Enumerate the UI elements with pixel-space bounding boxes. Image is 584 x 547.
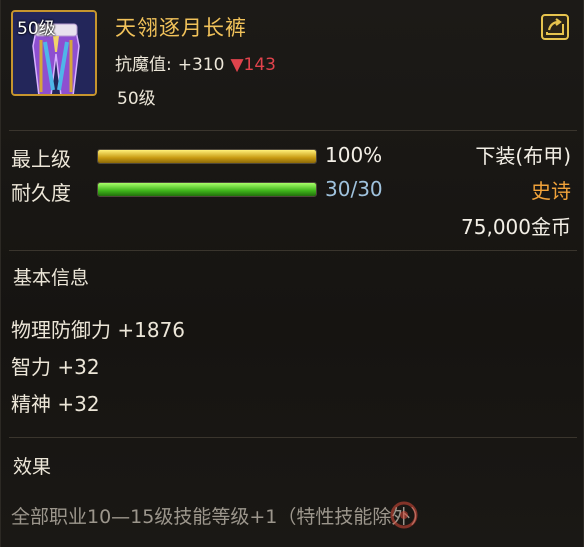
watermark-circle-icon	[390, 501, 418, 529]
item-type: 下装(布甲)	[475, 144, 571, 168]
header-divider	[9, 130, 577, 131]
item-rarity: 史诗	[531, 179, 571, 203]
icon-level-label: 50级	[17, 19, 56, 39]
durability-bar	[97, 182, 317, 197]
resist-label: 抗魔值:	[115, 55, 172, 75]
attribute-intelligence: 智力 +32	[11, 355, 100, 379]
effect-text: 全部职业10—15级技能等级+1（特性技能除外）	[11, 506, 430, 528]
attribute-spirit: 精神 +32	[11, 392, 100, 416]
item-price: 75,000金币	[461, 215, 571, 239]
share-button[interactable]	[541, 14, 569, 40]
stats-divider	[9, 250, 577, 251]
resist-value: +310	[177, 55, 225, 75]
resist-line: 抗魔值: +310 ▼143	[115, 50, 276, 75]
durability-value: 30/30	[325, 177, 383, 201]
item-tooltip-panel: 50级 天翎逐月长裤 抗魔值: +310 ▼143 50级 最上级 100% 耐久度…	[0, 0, 584, 547]
quality-value: 100%	[325, 143, 383, 167]
item-name: 天翎逐月长裤	[115, 16, 247, 40]
watermark-logo	[389, 500, 419, 534]
quality-label: 最上级	[11, 147, 71, 171]
quality-bar-fill	[98, 150, 316, 163]
basic-info-title: 基本信息	[13, 267, 90, 289]
resist-diff: ▼143	[230, 55, 276, 75]
quality-bar	[97, 149, 317, 164]
item-level-text: 50级	[117, 89, 156, 109]
item-icon-frame: 50级	[11, 10, 97, 96]
share-arrow-icon	[546, 18, 564, 35]
effect-title: 效果	[13, 456, 52, 478]
durability-bar-fill	[98, 183, 316, 196]
attribute-physical-defense: 物理防御力 +1876	[11, 318, 186, 342]
durability-label: 耐久度	[11, 181, 71, 205]
info-divider	[9, 437, 577, 438]
